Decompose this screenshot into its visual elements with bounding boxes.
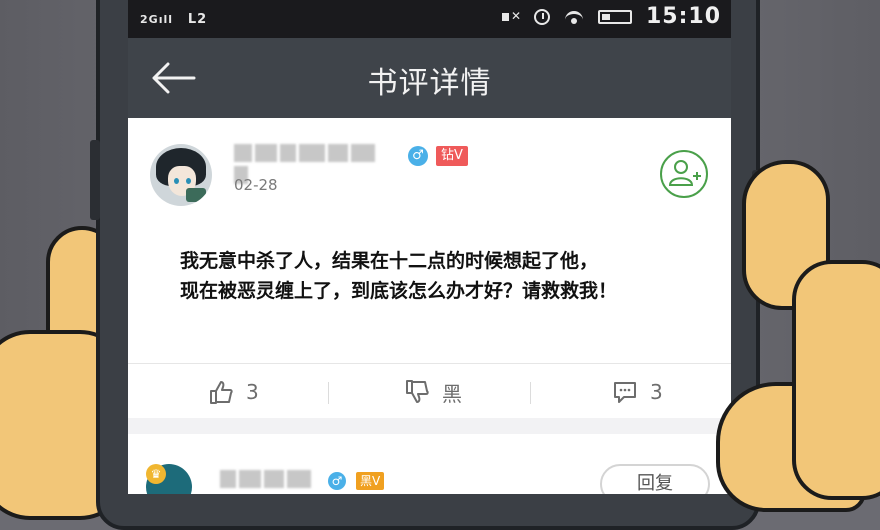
right-palm	[792, 260, 880, 500]
action-separator	[530, 382, 531, 404]
male-gender-icon: ♂	[408, 146, 428, 166]
battery-icon	[597, 9, 632, 24]
review-line-2: 现在被恶灵缠上了，到底该怎么办才好？请救救我！	[180, 280, 618, 302]
add-user-icon	[668, 160, 701, 186]
wifi-icon	[564, 9, 584, 25]
network-type: 2G	[140, 13, 159, 26]
reply-author-name-redacted[interactable]	[220, 470, 314, 492]
dislike-button[interactable]: 黑	[404, 372, 462, 412]
app-header: 书评详情	[128, 38, 731, 118]
page-title: 书评详情	[367, 66, 492, 101]
comment-button[interactable]: 3	[612, 372, 663, 412]
follow-button[interactable]	[660, 150, 708, 198]
reply-item: ♛ ♂ 黑V 回复	[128, 434, 731, 494]
avatar-eye-right	[186, 178, 191, 184]
dislike-label: 黑	[442, 381, 462, 406]
like-count: 3	[246, 380, 259, 404]
comment-count: 3	[650, 380, 663, 404]
clock-time: 15:10	[645, 4, 721, 29]
vip-badge: 钻V	[436, 146, 468, 166]
avatar-eye-left	[174, 178, 179, 184]
comment-icon	[614, 382, 636, 403]
alarm-icon	[533, 8, 550, 25]
lte-indicator: L2	[187, 12, 208, 27]
post-date: 02-28	[234, 176, 278, 194]
signal-bars-icon: ıll	[158, 13, 173, 26]
reply-button[interactable]: 回复	[600, 464, 710, 494]
signal-indicator: 2Gıll L2	[140, 12, 207, 27]
review-card: ♂ 钻V 02-28 我无意中杀了人，结果在十二点的时候想起了他， 现在被恶灵缠…	[128, 118, 731, 418]
action-separator	[328, 382, 329, 404]
like-button[interactable]: 3	[208, 372, 259, 412]
review-body: 我无意中杀了人，结果在十二点的时候想起了他， 现在被恶灵缠上了，到底该怎么办才好…	[180, 246, 710, 306]
thumbs-up-icon	[210, 381, 233, 404]
male-gender-icon: ♂	[328, 472, 346, 490]
reply-vip-badge: 黑V	[356, 472, 385, 490]
phone-screen: 2Gıll L2 15:10 书评详情 ♂ 钻V 02-28	[128, 0, 731, 494]
mute-icon	[500, 9, 521, 25]
status-bar: 2Gıll L2 15:10	[128, 0, 731, 38]
review-line-1: 我无意中杀了人，结果在十二点的时候想起了他，	[180, 250, 599, 272]
phone-side-button	[90, 140, 100, 220]
crown-icon: ♛	[146, 464, 166, 484]
thumbs-down-icon	[406, 380, 429, 403]
author-avatar[interactable]	[150, 144, 212, 206]
author-name-redacted[interactable]	[234, 144, 394, 184]
action-bar: 3 黑 3	[128, 364, 731, 418]
avatar-ribbon	[186, 188, 206, 202]
